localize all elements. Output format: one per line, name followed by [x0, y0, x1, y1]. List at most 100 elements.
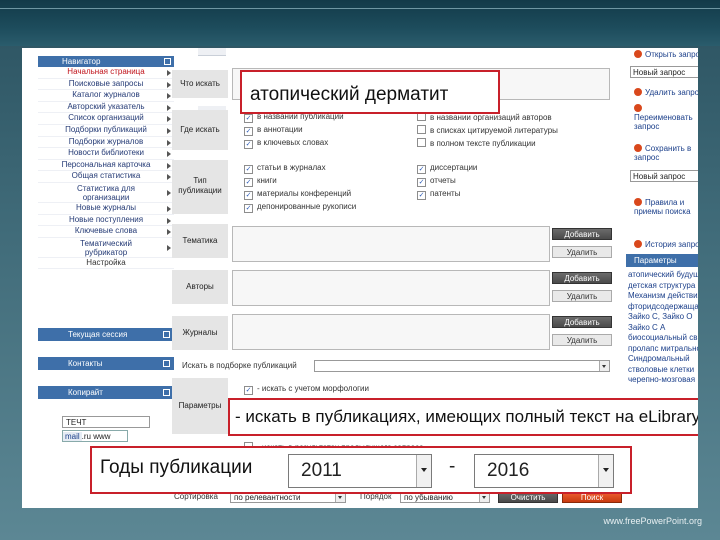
checkbox[interactable] [417, 178, 426, 187]
where-option-keywords[interactable]: в ключевых словах [244, 138, 328, 149]
chevron-right-icon [167, 104, 171, 111]
nav-item-rubricator[interactable]: Тематический рубрикатор [38, 238, 174, 258]
checkbox[interactable] [244, 191, 253, 200]
nav-item-new-journals[interactable]: Новые журналы [38, 203, 174, 215]
nav-item-journal-sets[interactable]: Подборки журналов [38, 137, 174, 149]
collapse-icon[interactable] [164, 58, 171, 65]
nav-item-general-stats[interactable]: Общая статистика [38, 171, 174, 183]
nav-item-personal-card[interactable]: Персональная карточка [38, 160, 174, 172]
where-option-abstract[interactable]: в аннотации [244, 125, 303, 136]
expand-icon[interactable] [163, 360, 170, 367]
expand-icon[interactable] [163, 331, 170, 338]
year-from-select[interactable]: 2011 [288, 454, 432, 488]
where-option-refs[interactable]: в списках цитируемой литературы [417, 125, 558, 135]
chevron-right-icon [167, 162, 171, 169]
type-option-patents[interactable]: патенты [417, 189, 460, 200]
type-option-articles[interactable]: статьи в журналах [244, 163, 326, 174]
save-icon [634, 144, 642, 152]
delete-query-link[interactable]: Удалить запрос [634, 88, 698, 97]
history-item[interactable]: детская структура [626, 281, 698, 292]
checkbox[interactable] [417, 138, 426, 147]
query-callout[interactable]: атопический дерматит [240, 70, 500, 114]
nav-item-new-arrivals[interactable]: Новые поступления [38, 215, 174, 227]
fulltext-callout[interactable]: - искать в публикациях, имеющих полный т… [228, 398, 698, 436]
chevron-down-icon [416, 455, 431, 487]
authors-textarea[interactable] [232, 270, 550, 306]
history-item[interactable]: стволовые клетки [626, 365, 698, 376]
checkbox[interactable] [244, 204, 253, 213]
checkbox[interactable] [244, 127, 253, 136]
nav-item-keywords[interactable]: Ключевые слова [38, 226, 174, 238]
type-option-dissertations[interactable]: диссертации [417, 163, 477, 174]
type-option-conferences[interactable]: материалы конференций [244, 189, 351, 200]
year-range-dash: - [449, 456, 456, 477]
checkbox[interactable] [244, 165, 253, 174]
params-label: Параметры [172, 378, 228, 434]
where-label: Где искать [172, 110, 228, 150]
saved-query-select[interactable]: Новый запрос [630, 66, 698, 78]
checkbox[interactable] [244, 178, 253, 187]
remove-journal-button[interactable]: Удалить [552, 334, 612, 346]
history-item[interactable]: черепно-мозговая [626, 375, 698, 386]
collection-label: Искать в подборке публикаций [182, 361, 297, 370]
open-query-link[interactable]: Открыть запрос [634, 50, 698, 59]
open-icon [634, 50, 642, 58]
type-option-manuscripts[interactable]: депонированные рукописи [244, 202, 356, 213]
type-option-reports[interactable]: отчеты [417, 176, 456, 187]
topic-label: Тематика [172, 224, 228, 258]
right-panel: Открыть запрос Новый запрос Удалить запр… [626, 48, 698, 508]
morphology-option[interactable]: - искать с учетом морфологии [244, 384, 369, 395]
checkbox[interactable] [417, 191, 426, 200]
history-item[interactable]: пролапс митрального [626, 344, 698, 355]
save-query-link[interactable]: Сохранить в запрос [634, 144, 698, 162]
remove-topic-button[interactable]: Удалить [552, 246, 612, 258]
history-item[interactable]: Зайко С, Зайко О [626, 312, 698, 323]
history-item[interactable]: фторидсодержащая паста [626, 302, 698, 313]
add-author-button[interactable]: Добавить [552, 272, 612, 284]
chevron-right-icon [167, 217, 171, 224]
section-current-session[interactable]: Текущая сессия [38, 328, 174, 341]
add-journal-button[interactable]: Добавить [552, 316, 612, 328]
topic-textarea[interactable] [232, 226, 550, 262]
where-option-fulltext[interactable]: в полном тексте публикации [417, 138, 536, 148]
checkbox[interactable] [244, 386, 253, 395]
counter-badge[interactable]: ТЕЧТ [62, 416, 150, 428]
nav-item-org-stats[interactable]: Статистика для организации [38, 183, 174, 203]
chevron-right-icon [167, 139, 171, 146]
add-topic-button[interactable]: Добавить [552, 228, 612, 240]
nav-item-library-news[interactable]: Новости библиотеки [38, 148, 174, 160]
history-item[interactable]: биосоциальный свинец [626, 333, 698, 344]
search-rules-link[interactable]: Правила и приемы поиска [634, 198, 698, 216]
checkbox[interactable] [417, 165, 426, 174]
checkbox[interactable] [244, 140, 253, 149]
checkbox[interactable] [244, 114, 253, 123]
section-copyright[interactable]: Копирайт [38, 386, 174, 399]
nav-item-author-index[interactable]: Авторский указатель [38, 102, 174, 114]
save-target-select[interactable]: Новый запрос [630, 170, 698, 182]
nav-item-search-queries[interactable]: Поисковые запросы [38, 79, 174, 91]
history-item[interactable]: Механизм действия [626, 291, 698, 302]
type-option-books[interactable]: книги [244, 176, 277, 187]
remove-author-button[interactable]: Удалить [552, 290, 612, 302]
section-contacts[interactable]: Контакты [38, 357, 174, 370]
mailru-badge[interactable]: mail .ru www [62, 430, 128, 442]
history-item[interactable]: Зайко С А [626, 323, 698, 334]
history-item[interactable]: атопический будущего преподавателя [626, 270, 698, 281]
nav-item-settings[interactable]: Настройка [38, 258, 174, 270]
checkbox[interactable] [417, 125, 426, 134]
nav-item-organizations[interactable]: Список организаций [38, 113, 174, 125]
chevron-right-icon [167, 81, 171, 88]
query-history-link[interactable]: История запросов [634, 240, 698, 249]
history-item[interactable]: Синдромальный [626, 354, 698, 365]
collection-select[interactable] [314, 360, 610, 372]
year-to-select[interactable]: 2016 [474, 454, 614, 488]
navigator-header[interactable]: Навигатор [38, 56, 174, 67]
nav-item-publication-sets[interactable]: Подборки публикаций [38, 125, 174, 137]
rename-query-link[interactable]: Переименовать запрос [634, 104, 698, 131]
expand-icon[interactable] [163, 389, 170, 396]
nav-item-journal-catalog[interactable]: Каталог журналов [38, 90, 174, 102]
journals-textarea[interactable] [232, 314, 550, 350]
slide-top-bar [0, 0, 720, 46]
query-history-list: атопический будущего преподавателя детск… [626, 270, 698, 386]
nav-item-home[interactable]: Начальная страница [38, 67, 174, 79]
